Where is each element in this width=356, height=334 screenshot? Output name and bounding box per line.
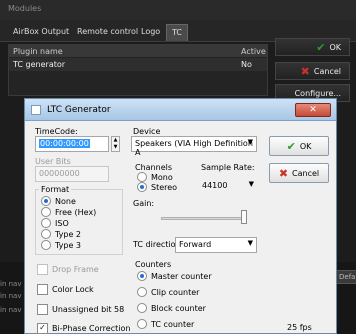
format-iso-radio[interactable]: ISO <box>41 218 69 228</box>
timecode-value: 00:00:00:00 <box>39 139 90 148</box>
checkmark-icon: ✔ <box>286 139 296 153</box>
dialog-ok-label: OK <box>299 141 312 151</box>
dialog-titlebar: LTC Generator ✕ <box>25 99 336 121</box>
counter-master-radio[interactable]: Master counter <box>137 271 212 281</box>
channel-stereo-radio[interactable]: Stereo <box>137 182 177 192</box>
sample-rate-value: 44100 <box>202 181 228 190</box>
tab-tc[interactable]: TC <box>166 24 189 41</box>
plugin-row[interactable]: TC generator No <box>9 58 267 71</box>
channels-label: Channels <box>135 163 173 172</box>
timecode-spinner[interactable]: ▲ ▼ <box>111 136 120 152</box>
counter-block-radio[interactable]: Block counter <box>137 303 206 313</box>
x-icon: ✖ <box>278 166 289 180</box>
ltc-generator-dialog: LTC Generator ✕ TimeCode: 00:00:00:00 ▲ ▼… <box>24 98 337 334</box>
format-free-hex-radio[interactable]: Free (Hex) <box>41 207 96 217</box>
x-icon: ✖ <box>300 64 310 78</box>
drop-frame-checkbox[interactable]: Drop Frame <box>37 264 99 275</box>
configure-label: Configure... <box>294 88 341 98</box>
tab-airbox-output[interactable]: AirBox Output <box>8 24 74 40</box>
plugin-list: Plugin name Active TC generator No <box>8 44 268 96</box>
tab-logo[interactable]: Logo <box>136 24 165 40</box>
modules-ok-label: OK <box>329 42 341 52</box>
modules-window-title: Modules <box>0 0 356 20</box>
chevron-down-icon: ▼ <box>247 138 253 146</box>
device-value: Speakers (VIA High Definition A <box>135 139 253 157</box>
format-none-radio[interactable]: None <box>41 196 76 206</box>
chevron-down-icon: ▼ <box>248 180 254 188</box>
color-lock-checkbox[interactable]: Color Lock <box>37 284 94 295</box>
dialog-cancel-label: Cancel <box>292 168 320 178</box>
modules-ok-button[interactable]: ✔ OK <box>275 38 350 56</box>
unassigned-bit-checkbox[interactable]: Unassigned bit 58 <box>37 304 124 315</box>
tc-direction-select[interactable]: Forward ▼ <box>175 237 257 253</box>
fps-readout: 25 fps <box>287 323 312 332</box>
side-label: in nav <box>0 306 22 314</box>
user-bits-label: User Bits <box>35 157 71 166</box>
gain-slider-track[interactable] <box>161 217 245 220</box>
gain-slider-thumb[interactable] <box>241 210 247 224</box>
gain-label: Gain: <box>133 199 155 208</box>
side-label: in nav <box>0 280 22 288</box>
tc-direction-value: Forward <box>179 240 212 249</box>
dialog-title: LTC Generator <box>47 105 111 115</box>
sample-rate-select[interactable]: 44100 ▼ <box>199 179 257 195</box>
defaults-button[interactable]: Defa <box>336 270 356 284</box>
plugin-list-header: Plugin name Active <box>9 45 267 57</box>
tc-direction-label: TC direction <box>133 240 181 249</box>
counter-clip-radio[interactable]: Clip counter <box>137 287 199 297</box>
dialog-ok-button[interactable]: ✔ OK <box>269 136 329 156</box>
timecode-label: TimeCode: <box>35 127 78 136</box>
col-plugin-name[interactable]: Plugin name <box>13 47 63 56</box>
counter-tc-radio[interactable]: TC counter <box>137 319 194 329</box>
tab-remote-control[interactable]: Remote control <box>72 24 143 40</box>
window-icon <box>31 105 41 115</box>
biphase-correction-checkbox[interactable]: ✓ Bi-Phase Correction <box>37 323 130 334</box>
dialog-cancel-button[interactable]: ✖ Cancel <box>269 163 329 183</box>
chevron-down-icon: ▼ <box>247 239 253 247</box>
plugin-row-name: TC generator <box>13 60 66 69</box>
modules-cancel-button[interactable]: ✖ Cancel <box>275 62 350 80</box>
checkmark-icon: ✔ <box>316 40 326 54</box>
timecode-input[interactable]: 00:00:00:00 <box>35 136 109 152</box>
sample-rate-label: Sample Rate: <box>201 163 255 172</box>
channel-mono-radio[interactable]: Mono <box>137 172 173 182</box>
format-type3-radio[interactable]: Type 3 <box>41 240 81 250</box>
side-label: in nav <box>0 292 22 300</box>
plugin-row-active: No <box>241 60 252 69</box>
counters-label: Counters <box>135 260 172 269</box>
user-bits-input[interactable]: 00000000 <box>35 166 109 182</box>
col-active[interactable]: Active <box>241 47 266 56</box>
modules-cancel-label: Cancel <box>313 66 341 76</box>
format-type2-radio[interactable]: Type 2 <box>41 229 81 239</box>
close-icon[interactable]: ✕ <box>295 103 331 117</box>
device-label: Device <box>133 127 161 136</box>
device-select[interactable]: Speakers (VIA High Definition A ▼ <box>131 136 257 157</box>
format-label: Format <box>39 185 72 194</box>
